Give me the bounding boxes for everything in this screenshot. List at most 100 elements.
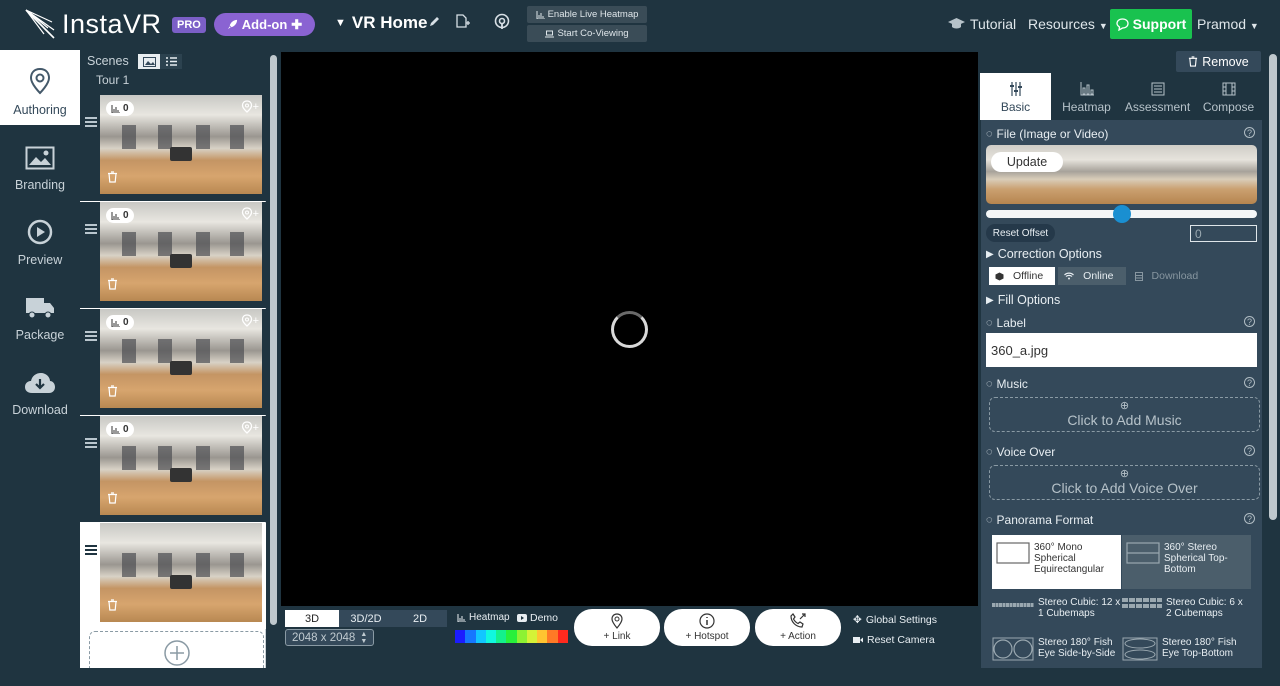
nav-preview[interactable]: Preview xyxy=(0,200,80,275)
thumbnail-view-icon[interactable] xyxy=(138,54,160,69)
add-pin-icon[interactable]: + xyxy=(241,314,259,327)
fisheye-side-by-side-icon xyxy=(992,637,1034,661)
tab-3d-2d[interactable]: 3D/2D xyxy=(339,610,393,627)
addon-button[interactable]: Add-on ✚ xyxy=(214,13,315,36)
add-voiceover-button[interactable]: ⊕ Click to Add Voice Over xyxy=(989,465,1260,500)
scene-thumbnail[interactable]: 0 + xyxy=(100,95,262,194)
trash-icon[interactable] xyxy=(107,491,118,509)
drag-handle-icon[interactable] xyxy=(85,545,97,557)
broadcast-icon[interactable] xyxy=(494,13,510,35)
user-menu[interactable]: Pramod ▼ xyxy=(1197,16,1259,32)
demo-button[interactable]: Demo xyxy=(517,612,558,624)
start-coviewing-button[interactable]: Start Co-Viewing xyxy=(527,25,647,42)
tab-3d[interactable]: 3D xyxy=(285,610,339,627)
fill-options-toggle[interactable]: ▶ Fill Options xyxy=(986,293,1060,307)
scene-thumbnail[interactable]: 0 + xyxy=(100,309,262,408)
yaw-offset-slider[interactable] xyxy=(986,205,1257,223)
list-alt-icon xyxy=(1151,82,1164,96)
trash-icon[interactable] xyxy=(107,277,118,295)
top-bar: InstaVR PRO Add-on ✚ ▼ VR Home Enable Li… xyxy=(0,0,1280,50)
slider-handle[interactable] xyxy=(1112,205,1131,223)
format-cubic-12x1[interactable]: Stereo Cubic: 12 x 1 Cubemaps xyxy=(992,592,1121,628)
format-cubic-6x2[interactable]: Stereo Cubic: 6 x 2 Cubemaps xyxy=(1122,592,1251,628)
help-icon[interactable]: ? xyxy=(1244,445,1255,456)
global-settings-link[interactable]: ✥ Global Settings xyxy=(853,614,937,626)
bar-chart-icon xyxy=(536,10,545,19)
drag-handle-icon[interactable] xyxy=(85,117,97,129)
help-icon[interactable]: ? xyxy=(1244,127,1255,138)
check-circle-icon: ◌ xyxy=(986,514,993,526)
remove-scene-button[interactable]: Remove xyxy=(1176,51,1261,72)
format-mono-equirect[interactable]: 360° Mono Spherical Equirectangular xyxy=(992,535,1121,589)
instavr-logo[interactable]: InstaVR xyxy=(24,8,162,40)
format-stereo-top-bottom[interactable]: 360° Stereo Spherical Top-Bottom xyxy=(1122,535,1251,589)
help-icon[interactable]: ? xyxy=(1244,513,1255,524)
help-icon[interactable]: ? xyxy=(1244,316,1255,327)
tab-assessment[interactable]: Assessment xyxy=(1122,73,1193,120)
panorama-format-label: ◌ Panorama Format xyxy=(986,513,1094,527)
settings-scrollbar[interactable] xyxy=(1268,52,1278,668)
scene-item[interactable]: 0 + xyxy=(80,95,266,201)
add-music-button[interactable]: ⊕ Click to Add Music xyxy=(989,397,1260,432)
add-hotspot-button[interactable]: + Hotspot xyxy=(664,609,750,646)
scene-item[interactable]: 0 + xyxy=(80,202,266,308)
add-link-button[interactable]: + Link xyxy=(574,609,660,646)
trash-icon[interactable] xyxy=(107,384,118,402)
help-icon[interactable]: ? xyxy=(1244,377,1255,388)
tab-compose[interactable]: Compose xyxy=(1193,73,1264,120)
pencil-icon[interactable] xyxy=(429,14,441,32)
nav-authoring[interactable]: Authoring xyxy=(0,50,80,125)
update-file-button[interactable]: Update xyxy=(991,152,1063,172)
scenes-scrollbar[interactable] xyxy=(268,52,278,634)
offset-input[interactable]: 0 xyxy=(1190,225,1257,242)
nav-package[interactable]: Package xyxy=(0,275,80,350)
scene-thumbnail[interactable]: 0 + xyxy=(100,416,262,515)
vr-viewer[interactable] xyxy=(281,52,978,606)
scene-thumbnail[interactable] xyxy=(100,523,262,622)
online-button[interactable]: Online xyxy=(1058,267,1126,285)
download-button[interactable]: Download xyxy=(1129,267,1211,285)
add-pin-icon[interactable]: + xyxy=(241,100,259,113)
heat-color-swatch xyxy=(526,630,538,643)
scene-item-selected[interactable] xyxy=(80,523,266,629)
drag-handle-icon[interactable] xyxy=(85,224,97,236)
add-pin-icon[interactable]: + xyxy=(241,207,259,220)
database-icon xyxy=(1134,271,1143,281)
trash-icon[interactable] xyxy=(107,598,118,616)
tab-basic[interactable]: Basic xyxy=(980,73,1051,120)
graduation-cap-icon xyxy=(948,18,965,29)
reset-camera-link[interactable]: Reset Camera xyxy=(853,634,935,646)
trash-icon[interactable] xyxy=(107,170,118,188)
format-fisheye-top-bottom[interactable]: Stereo 180° Fish Eye Top-Bottom xyxy=(1122,632,1251,668)
enable-live-heatmap-button[interactable]: Enable Live Heatmap xyxy=(527,6,647,23)
drag-handle-icon[interactable] xyxy=(85,331,97,343)
tab-heatmap[interactable]: Heatmap xyxy=(1051,73,1122,120)
trash-icon xyxy=(1189,56,1198,67)
scene-item[interactable]: 0 + xyxy=(80,309,266,415)
resources-menu[interactable]: Resources ▼ xyxy=(1028,16,1108,32)
tutorial-link[interactable]: Tutorial xyxy=(948,16,1016,32)
scene-item[interactable]: 0 + xyxy=(80,416,266,522)
reset-offset-button[interactable]: Reset Offset xyxy=(986,224,1055,242)
drag-handle-icon[interactable] xyxy=(85,438,97,450)
list-view-icon[interactable] xyxy=(160,54,182,69)
check-circle-icon: ◌ xyxy=(986,317,993,329)
map-pin-icon xyxy=(29,67,51,95)
nav-branding[interactable]: Branding xyxy=(0,125,80,200)
heatmap-toggle[interactable]: Heatmap xyxy=(457,612,510,623)
scene-label-input[interactable]: 360_a.jpg xyxy=(986,333,1257,367)
tab-2d[interactable]: 2D xyxy=(393,610,447,627)
offline-button[interactable]: Offline xyxy=(989,267,1056,285)
resolution-select[interactable]: 2048 x 2048 ▲ ▼ xyxy=(285,629,374,646)
scene-thumbnail[interactable]: 0 + xyxy=(100,202,262,301)
plus-circle-icon: ⊕ xyxy=(1119,400,1130,412)
logo-mark-icon xyxy=(25,9,55,39)
project-selector[interactable]: ▼ VR Home xyxy=(335,13,427,33)
add-pin-icon[interactable]: + xyxy=(241,421,259,434)
format-fisheye-side-by-side[interactable]: Stereo 180° Fish Eye Side-by-Side xyxy=(992,632,1121,668)
new-page-icon[interactable] xyxy=(455,14,471,34)
add-action-button[interactable]: + Action xyxy=(755,609,841,646)
support-button[interactable]: Support xyxy=(1110,9,1192,39)
nav-download[interactable]: Download xyxy=(0,350,80,425)
correction-options-toggle[interactable]: ▶ Correction Options xyxy=(986,247,1102,261)
